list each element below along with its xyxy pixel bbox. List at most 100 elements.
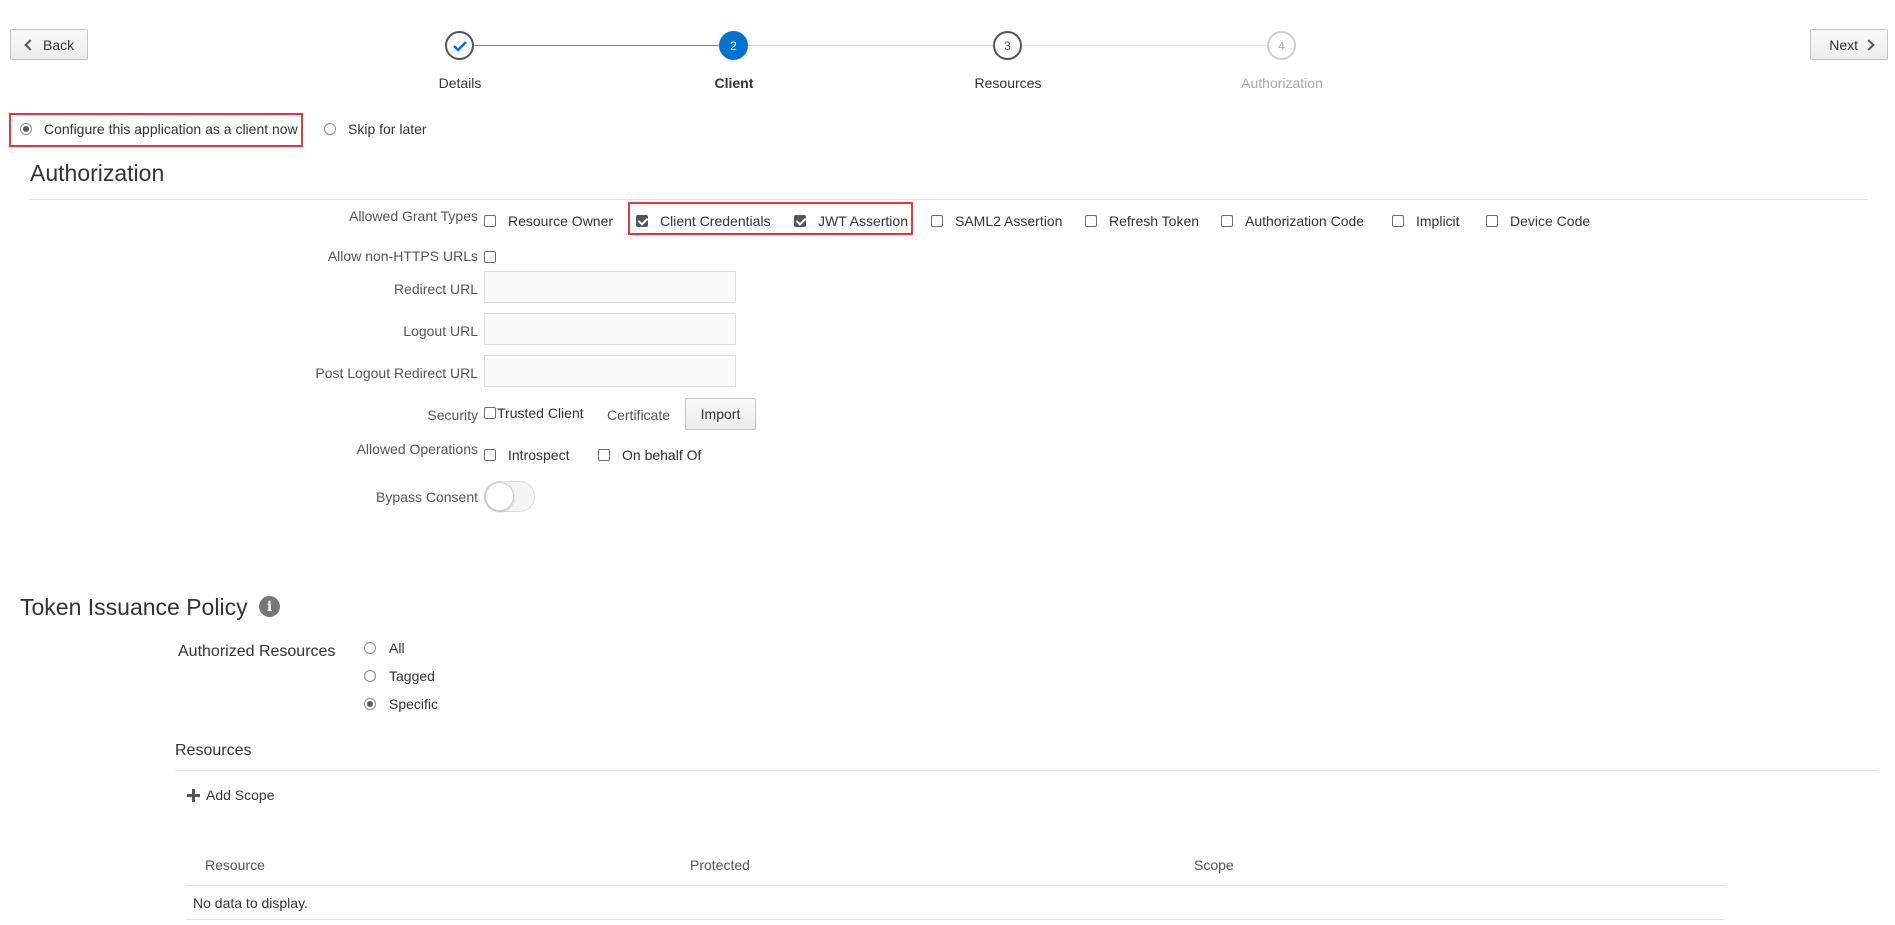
- saml2-assertion-label: SAML2 Assertion: [955, 213, 1063, 229]
- add-scope-label: Add Scope: [206, 787, 275, 803]
- train-step-resources[interactable]: 3: [993, 31, 1022, 60]
- table-header-scope[interactable]: Scope: [1194, 857, 1234, 873]
- add-scope-button[interactable]: Add Scope: [187, 787, 275, 803]
- train-step-authorization: 4: [1267, 31, 1296, 60]
- on-behalf-of-checkbox[interactable]: [598, 449, 610, 461]
- train-connector-1: [473, 45, 719, 46]
- allow-non-https-label: Allow non-HTTPS URLs: [327, 248, 478, 264]
- authorization-code-checkbox[interactable]: [1221, 215, 1233, 227]
- trusted-client-label: Trusted Client: [497, 405, 584, 421]
- device-code-label: Device Code: [1510, 213, 1591, 229]
- next-button[interactable]: Next: [1810, 29, 1888, 60]
- plus-icon: [187, 788, 200, 802]
- jwt-assertion-label: JWT Assertion: [818, 213, 908, 229]
- configure-client-label: Configure this application as a client n…: [44, 121, 298, 137]
- authorization-code-label: Authorization Code: [1245, 213, 1365, 229]
- grant-type-resource-owner[interactable]: Resource Owner: [484, 213, 613, 229]
- saml2-assertion-checkbox[interactable]: [931, 215, 943, 227]
- bypass-consent-label: Bypass Consent: [376, 489, 478, 505]
- resource-owner-label: Resource Owner: [508, 213, 614, 229]
- specific-label: Specific: [389, 696, 439, 712]
- refresh-token-checkbox[interactable]: [1085, 215, 1097, 227]
- next-button-label: Next: [1829, 36, 1858, 53]
- device-code-checkbox[interactable]: [1486, 215, 1498, 227]
- security-label: Security: [427, 407, 478, 423]
- train-label-client[interactable]: Client: [654, 75, 814, 91]
- all-radio[interactable]: [364, 642, 376, 654]
- train-connector-2: [747, 45, 993, 46]
- grant-type-jwt-assertion[interactable]: JWT Assertion: [794, 213, 908, 229]
- grant-type-authorization-code[interactable]: Authorization Code: [1221, 213, 1364, 229]
- authorized-resources-all-option[interactable]: All: [364, 640, 405, 656]
- allowed-operations-label: Allowed Operations: [356, 441, 478, 457]
- bypass-consent-toggle[interactable]: [484, 481, 535, 512]
- op-introspect[interactable]: Introspect: [484, 447, 569, 463]
- table-empty-message: No data to display.: [193, 895, 308, 911]
- grant-type-refresh-token[interactable]: Refresh Token: [1085, 213, 1199, 229]
- back-button[interactable]: Back: [10, 29, 88, 60]
- table-bottom-divider: [186, 919, 1725, 920]
- configure-client-radio[interactable]: [20, 123, 32, 135]
- trusted-client-option[interactable]: Trusted Client: [484, 405, 584, 421]
- certificate-label: Certificate: [607, 407, 671, 423]
- grant-type-implicit[interactable]: Implicit: [1392, 213, 1460, 229]
- chevron-left-icon: [24, 38, 36, 51]
- token-issuance-policy-title: Token Issuance Policy: [20, 594, 248, 620]
- introspect-label: Introspect: [508, 447, 570, 463]
- op-on-behalf-of[interactable]: On behalf Of: [598, 447, 701, 463]
- specific-radio[interactable]: [364, 698, 376, 710]
- post-logout-redirect-url-label: Post Logout Redirect URL: [315, 365, 478, 381]
- chevron-right-icon: [1863, 38, 1875, 51]
- toggle-knob: [485, 482, 514, 511]
- resources-divider: [175, 770, 1877, 771]
- info-icon[interactable]: i: [259, 596, 280, 617]
- train-step-client[interactable]: 2: [719, 31, 748, 60]
- allow-non-https-checkbox[interactable]: [484, 251, 496, 263]
- resources-heading: Resources: [175, 742, 252, 759]
- authorization-title: Authorization: [30, 160, 165, 186]
- post-logout-redirect-url-input[interactable]: [484, 355, 736, 387]
- client-credentials-checkbox[interactable]: [636, 215, 648, 227]
- allowed-grant-types-label: Allowed Grant Types: [349, 208, 478, 224]
- implicit-label: Implicit: [1416, 213, 1460, 229]
- all-label: All: [389, 640, 405, 656]
- table-header-divider: [186, 885, 1725, 886]
- checkmark-icon: [452, 40, 467, 52]
- authorized-resources-tagged-option[interactable]: Tagged: [364, 668, 435, 684]
- trusted-client-checkbox[interactable]: [484, 407, 496, 419]
- train-step-number: 2: [730, 38, 737, 53]
- logout-url-input[interactable]: [484, 313, 736, 345]
- logout-url-label: Logout URL: [403, 323, 478, 339]
- refresh-token-label: Refresh Token: [1109, 213, 1200, 229]
- back-button-label: Back: [43, 36, 75, 53]
- train-label-details[interactable]: Details: [380, 75, 540, 91]
- grant-type-device-code[interactable]: Device Code: [1486, 213, 1590, 229]
- train-step-number: 4: [1278, 38, 1285, 53]
- introspect-checkbox[interactable]: [484, 449, 496, 461]
- authorized-resources-specific-option[interactable]: Specific: [364, 696, 438, 712]
- redirect-url-input[interactable]: [484, 271, 736, 303]
- train-step-number: 3: [1004, 38, 1011, 53]
- skip-for-later-radio-option[interactable]: Skip for later: [324, 121, 427, 137]
- client-credentials-label: Client Credentials: [660, 213, 771, 229]
- train-label-authorization: Authorization: [1241, 75, 1323, 91]
- tagged-radio[interactable]: [364, 670, 376, 682]
- train-label-resources[interactable]: Resources: [928, 75, 1088, 91]
- grant-type-saml2-assertion[interactable]: SAML2 Assertion: [931, 213, 1062, 229]
- resource-owner-checkbox[interactable]: [484, 215, 496, 227]
- import-certificate-button[interactable]: Import: [685, 398, 756, 430]
- jwt-assertion-checkbox[interactable]: [794, 215, 806, 227]
- train-step-details[interactable]: [445, 31, 474, 60]
- table-header-resource[interactable]: Resource: [205, 857, 265, 873]
- authorization-divider: [30, 199, 1868, 200]
- skip-for-later-label: Skip for later: [348, 121, 427, 137]
- configure-client-radio-option[interactable]: Configure this application as a client n…: [20, 121, 298, 137]
- authorized-resources-label: Authorized Resources: [178, 643, 336, 660]
- grant-type-client-credentials[interactable]: Client Credentials: [636, 213, 771, 229]
- redirect-url-label: Redirect URL: [393, 281, 478, 297]
- skip-for-later-radio[interactable]: [324, 123, 336, 135]
- table-header-protected[interactable]: Protected: [690, 857, 750, 873]
- tagged-label: Tagged: [389, 668, 435, 684]
- implicit-checkbox[interactable]: [1392, 215, 1404, 227]
- on-behalf-of-label: On behalf Of: [622, 447, 702, 463]
